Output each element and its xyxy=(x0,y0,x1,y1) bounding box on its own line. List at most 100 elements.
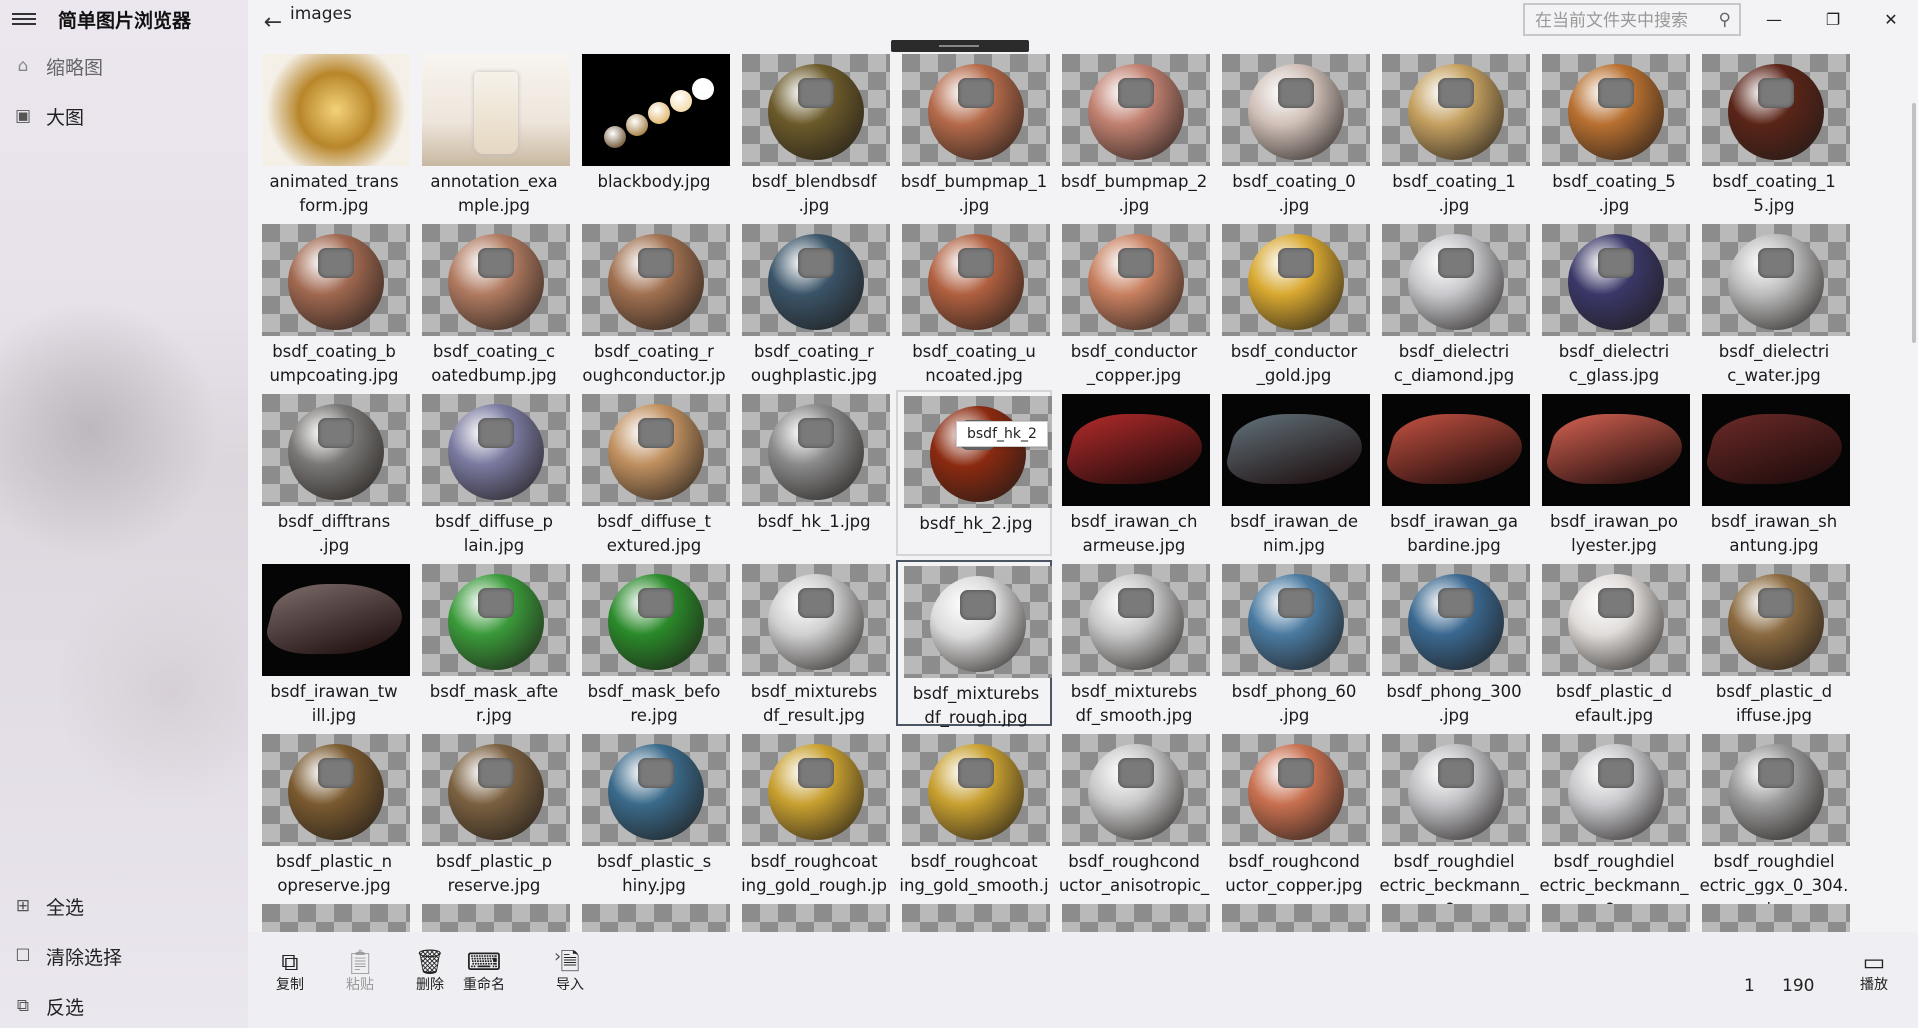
vertical-scrollbar[interactable] xyxy=(1912,103,1916,343)
thumbnail-item[interactable]: bsdf_irawan_po lyester.jpg xyxy=(1536,390,1692,556)
thumbnail-caption: bsdf_dielectri c_water.jpg xyxy=(1718,342,1830,385)
thumbnail-item[interactable]: bsdf_plastic_s hiny.jpg xyxy=(576,730,732,896)
thumbnail-image xyxy=(1062,904,1210,932)
search-input[interactable] xyxy=(1533,9,1707,33)
thumbnail-item[interactable] xyxy=(1056,900,1212,932)
thumbnail-item[interactable]: bsdf_hk_2.jpg xyxy=(896,390,1052,556)
thumbnail-item[interactable]: bsdf_coating_1 5.jpg xyxy=(1696,50,1852,216)
close-icon[interactable]: ✕ xyxy=(1868,0,1914,40)
thumbnail-item[interactable]: bsdf_coating_c oatedbump.jpg xyxy=(416,220,572,386)
thumbnail-item[interactable]: annotation_exa mple.jpg xyxy=(416,50,572,216)
thumbnail-item[interactable] xyxy=(576,900,732,932)
thumbnail-item[interactable]: bsdf_coating_roughconductor.jpg xyxy=(576,220,732,409)
thumbnail-item[interactable]: bsdf_mask_befo re.jpg xyxy=(576,560,732,726)
restore-icon[interactable]: ❐ xyxy=(1810,0,1856,40)
thumbnail-item[interactable]: bsdf_plastic_d efault.jpg xyxy=(1536,560,1692,726)
back-arrow-icon[interactable]: ← xyxy=(258,8,288,38)
thumbnail-item[interactable]: bsdf_roughcoating_gold_smooth.jp xyxy=(896,730,1052,919)
thumbnail-item[interactable]: bsdf_roughcond uctor_copper.jpg xyxy=(1216,730,1372,896)
thumbnail-caption: bsdf_plastic_s hiny.jpg xyxy=(596,852,712,895)
thumbnail-image xyxy=(262,224,410,336)
thumbnail-item[interactable]: bsdf_difftrans .jpg xyxy=(256,390,412,556)
thumbnail-item[interactable]: bsdf_dielectri c_glass.jpg xyxy=(1536,220,1692,386)
rename-button[interactable]: ⌨︎ 重命名 xyxy=(460,948,508,995)
thumbnail-item[interactable]: bsdf_mixturebs df_smooth.jpg xyxy=(1056,560,1212,726)
thumbnail-item[interactable]: bsdf_roughdielectric_beckmann_0_ xyxy=(1536,730,1692,919)
thumbnail-item[interactable]: bsdf_mixturebs df_result.jpg xyxy=(736,560,892,726)
thumbnail-item[interactable]: bsdf_roughcoating_gold_rough.jpg xyxy=(736,730,892,919)
thumbnail-item[interactable]: bsdf_plastic_d iffuse.jpg xyxy=(1696,560,1852,726)
home-icon: ⌂ xyxy=(17,56,29,76)
thumbnail-item[interactable]: bsdf_coating_1 .jpg xyxy=(1376,50,1532,216)
hamburger-menu-icon[interactable] xyxy=(12,10,36,30)
thumbnail-item[interactable]: bsdf_dielectri c_water.jpg xyxy=(1696,220,1852,386)
thumbnail-item[interactable] xyxy=(736,900,892,932)
thumbnail-item[interactable]: bsdf_irawan_ch armeuse.jpg xyxy=(1056,390,1212,556)
thumbnail-item[interactable]: bsdf_conductor _copper.jpg xyxy=(1056,220,1212,386)
thumbnail-item[interactable]: animated_trans form.jpg xyxy=(256,50,412,216)
thumbnail-image xyxy=(1222,904,1370,932)
rename-label: 重命名 xyxy=(463,977,505,993)
thumbnail-item[interactable]: bsdf_mask_afte r.jpg xyxy=(416,560,572,726)
page-total: 190 xyxy=(1782,976,1815,996)
thumbnail-item[interactable]: bsdf_irawan_ga bardine.jpg xyxy=(1376,390,1532,556)
thumbnail-item[interactable]: bsdf_roughdielectric_beckmann_0_ xyxy=(1376,730,1532,919)
thumbnail-item[interactable]: bsdf_hk_1.jpg xyxy=(736,390,892,556)
thumbnail-item[interactable]: bsdf_roughcond uctor_anisotropic_ xyxy=(1056,730,1212,896)
thumbnail-item[interactable]: bsdf_irawan_tw ill.jpg xyxy=(256,560,412,726)
thumbnail-image xyxy=(1542,904,1690,932)
thumbnail-item[interactable]: bsdf_plastic_n opreserve.jpg xyxy=(256,730,412,896)
thumbnail-item[interactable]: bsdf_coating_0 .jpg xyxy=(1216,50,1372,216)
thumbnail-item[interactable] xyxy=(256,900,412,932)
thumbnail-item[interactable] xyxy=(896,900,1052,932)
thumbnail-item[interactable] xyxy=(1696,900,1852,932)
checkbox-icon: ☐ xyxy=(15,946,31,966)
thumbnail-item[interactable]: bsdf_diffuse_p lain.jpg xyxy=(416,390,572,556)
thumbnail-item[interactable]: bsdf_plastic_p reserve.jpg xyxy=(416,730,572,896)
thumbnail-image xyxy=(1222,394,1370,506)
thumbnail-caption: bsdf_plastic_d efault.jpg xyxy=(1555,682,1673,725)
select-all-button[interactable]: ⊞ 全选 xyxy=(0,886,248,926)
tooltip: bsdf_hk_2 xyxy=(956,421,1048,447)
search-box[interactable]: ⚲ xyxy=(1523,3,1741,36)
minimize-icon[interactable]: — xyxy=(1751,0,1797,40)
thumbnail-item[interactable]: bsdf_dielectri c_diamond.jpg xyxy=(1376,220,1532,386)
thumbnail-item[interactable]: bsdf_phong_60 .jpg xyxy=(1216,560,1372,726)
thumbnail-item[interactable]: bsdf_mixturebs df_rough.jpg xyxy=(896,560,1052,727)
thumbnail-item[interactable]: bsdf_conductor _gold.jpg xyxy=(1216,220,1372,386)
thumbnail-item[interactable]: bsdf_bumpmap_2 .jpg xyxy=(1056,50,1212,216)
thumbnail-item[interactable]: bsdf_coating_5 .jpg xyxy=(1536,50,1692,216)
play-button[interactable]: ▭ 播放 xyxy=(1846,948,1902,995)
thumbnail-caption: bsdf_blendbsdf .jpg xyxy=(751,172,877,215)
thumbnail-image xyxy=(902,904,1050,932)
search-icon[interactable]: ⚲ xyxy=(1719,10,1731,30)
thumbnail-item[interactable] xyxy=(1216,900,1372,932)
thumbnail-item[interactable]: blackbody.jpg xyxy=(576,50,732,216)
thumbnail-item[interactable] xyxy=(1536,900,1692,932)
thumbnail-item[interactable] xyxy=(1376,900,1532,932)
thumbnail-item[interactable]: bsdf_irawan_sh antung.jpg xyxy=(1696,390,1852,556)
thumbnail-image xyxy=(582,54,730,166)
invert-selection-button[interactable]: ⧉ 反选 xyxy=(0,986,248,1026)
thumbnail-item[interactable]: bsdf_coating_u ncoated.jpg xyxy=(896,220,1052,386)
thumbnail-item[interactable]: bsdf_irawan_de nim.jpg xyxy=(1216,390,1372,556)
thumbnail-item[interactable]: bsdf_bumpmap_1 .jpg xyxy=(896,50,1052,216)
thumbnail-caption: blackbody.jpg xyxy=(597,172,711,191)
sidebar-item-thumbnails[interactable]: ⌂ 缩略图 xyxy=(0,46,248,86)
thumbnail-image xyxy=(1222,54,1370,166)
thumbnail-item[interactable]: bsdf_diffuse_t extured.jpg xyxy=(576,390,732,556)
sidebar-item-large-image[interactable]: ▣ 大图 xyxy=(0,96,248,136)
thumbnail-item[interactable]: bsdf_coating_r oughplastic.jpg xyxy=(736,220,892,386)
thumbnail-item[interactable]: bsdf_coating_b umpcoating.jpg xyxy=(256,220,412,386)
thumbnail-item[interactable] xyxy=(416,900,572,932)
clear-selection-button[interactable]: ☐ 清除选择 xyxy=(0,936,248,976)
thumbnail-item[interactable]: bsdf_blendbsdf .jpg xyxy=(736,50,892,216)
thumbnail-caption: bsdf_mask_befo re.jpg xyxy=(587,682,721,725)
thumbnail-item[interactable]: bsdf_phong_300 .jpg xyxy=(1376,560,1532,726)
thumbnail-item[interactable]: bsdf_roughdielectric_ggx_0_304.jp xyxy=(1696,730,1852,919)
copy-button[interactable]: ⧉ 复制 xyxy=(262,948,318,995)
paste-button[interactable]: 📋︎ 粘贴 xyxy=(332,948,388,995)
import-button[interactable]: 🗎︎ 导入 xyxy=(542,948,598,995)
delete-button[interactable]: 🗑︎ 删除 xyxy=(402,948,458,995)
thumbnail-caption: bsdf_irawan_ga bardine.jpg xyxy=(1390,512,1518,555)
